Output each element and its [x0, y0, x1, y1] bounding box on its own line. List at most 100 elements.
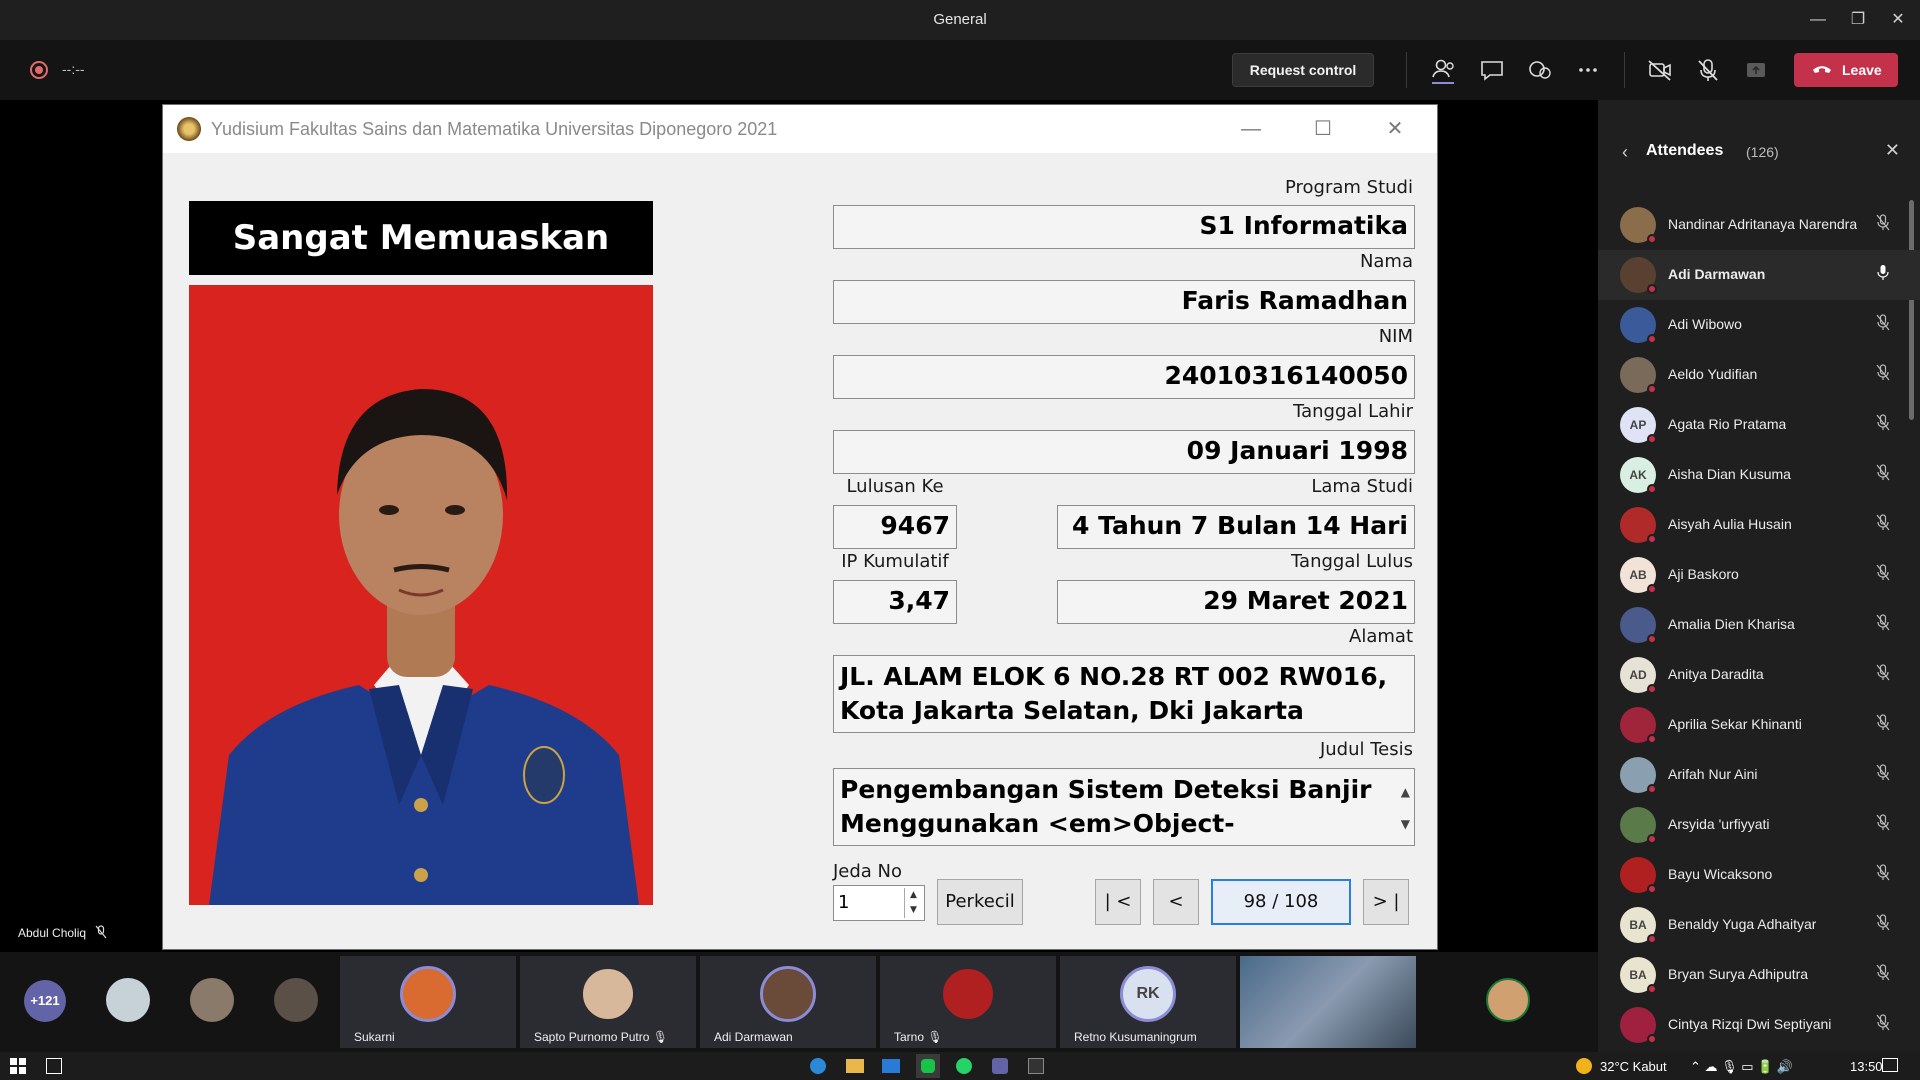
- chat-icon[interactable]: [1476, 54, 1508, 86]
- thesis-field[interactable]: Pengembangan Sistem Deteksi Banjir Mengg…: [833, 768, 1415, 846]
- presenter-name-label: Abdul Choliq: [18, 926, 87, 940]
- attendee-row[interactable]: Bayu Wicaksono: [1598, 850, 1920, 900]
- attendee-row[interactable]: AD Anitya Daradita: [1598, 650, 1920, 700]
- participant-gallery: +121 Sukarni Sapto Purnomo Putro 🎙 Adi D…: [0, 952, 1598, 1052]
- app-title: Yudisium Fakultas Sains dan Matematika U…: [211, 119, 778, 139]
- mic-off-icon: [1876, 664, 1890, 687]
- attendee-row[interactable]: Aeldo Yudifian: [1598, 350, 1920, 400]
- camera-off-icon[interactable]: [1644, 54, 1676, 86]
- app-minimize-button[interactable]: —: [1231, 115, 1271, 143]
- close-panel-icon[interactable]: ✕: [1885, 140, 1900, 161]
- attendee-row[interactable]: Aisyah Aulia Husain: [1598, 500, 1920, 550]
- mic-off-icon[interactable]: [1692, 54, 1724, 86]
- restore-button[interactable]: ❐: [1843, 8, 1873, 32]
- leave-button[interactable]: Leave: [1794, 53, 1898, 87]
- line-app-icon[interactable]: [916, 1054, 940, 1078]
- app-maximize-button[interactable]: ☐: [1303, 115, 1343, 143]
- page-indicator[interactable]: 98 / 108: [1211, 879, 1351, 925]
- close-button[interactable]: ✕: [1883, 8, 1913, 32]
- app-close-button[interactable]: ✕: [1375, 115, 1415, 143]
- participant-tile[interactable]: RK Retno Kusumaningrum: [1060, 956, 1236, 1048]
- attendee-avatar: [1620, 757, 1657, 794]
- participant-avatar: [400, 966, 456, 1022]
- toolbar-divider: [1406, 52, 1407, 88]
- presence-dot-icon: [1647, 534, 1657, 544]
- attendee-initials-avatar: AD: [1620, 657, 1657, 694]
- reactions-icon[interactable]: [1524, 54, 1556, 86]
- scroll-down-arrow-icon[interactable]: ▼: [1401, 807, 1410, 841]
- attendee-row[interactable]: BA Benaldy Yuga Adhaityar: [1598, 900, 1920, 950]
- scroll-up-arrow-icon[interactable]: ▲: [1401, 775, 1410, 809]
- participant-tile[interactable]: Adi Darmawan: [700, 956, 876, 1048]
- participant-tile[interactable]: Tarno 🎙: [880, 956, 1056, 1048]
- participant-avatar[interactable]: [106, 978, 150, 1022]
- teams-icon[interactable]: [992, 1058, 1008, 1074]
- mail-icon[interactable]: [882, 1059, 900, 1073]
- attendee-row[interactable]: Aprilia Sekar Khinanti: [1598, 700, 1920, 750]
- file-explorer-icon[interactable]: [846, 1059, 864, 1073]
- mic-off-icon: [1876, 864, 1890, 887]
- meeting-timer: --:--: [62, 61, 85, 77]
- attendee-name: Bryan Surya Adhiputra: [1668, 966, 1809, 982]
- attendee-row[interactable]: Arsyida 'urfiyyati: [1598, 800, 1920, 850]
- attendee-row[interactable]: AK Aisha Dian Kusuma: [1598, 450, 1920, 500]
- mic-off-icon: [1876, 614, 1890, 637]
- attendee-name: Amalia Dien Kharisa: [1668, 616, 1795, 632]
- attendee-row[interactable]: Adi Wibowo: [1598, 300, 1920, 350]
- attendee-row[interactable]: Arifah Nur Aini: [1598, 750, 1920, 800]
- shrink-button[interactable]: Perkecil: [937, 879, 1023, 925]
- attendee-row[interactable]: Cintya Rizqi Dwi Septiyani: [1598, 1000, 1920, 1050]
- presence-dot-icon: [1647, 834, 1657, 844]
- request-control-button[interactable]: Request control: [1232, 53, 1374, 87]
- app-icon[interactable]: [1028, 1058, 1044, 1074]
- participant-tile[interactable]: Sapto Purnomo Putro 🎙: [520, 956, 696, 1048]
- mic-off-icon: [95, 925, 107, 939]
- attendee-row[interactable]: Nandinar Adritanaya Narendra: [1598, 200, 1920, 250]
- more-options-icon[interactable]: [1572, 54, 1604, 86]
- attendee-row[interactable]: AB Aji Baskoro: [1598, 550, 1920, 600]
- pause-number-value: 1: [838, 892, 850, 913]
- overflow-participants-button[interactable]: +121: [24, 980, 66, 1022]
- weather-text[interactable]: 32°C Kabut: [1600, 1059, 1667, 1074]
- notifications-icon[interactable]: [1882, 1058, 1898, 1072]
- graduate-photo: [189, 285, 653, 905]
- meeting-toolbar: --:-- Request control Leave: [0, 40, 1920, 100]
- participant-avatar[interactable]: [1486, 978, 1530, 1022]
- video-grid-tile[interactable]: [1240, 956, 1416, 1048]
- clock[interactable]: 13:50: [1850, 1059, 1883, 1074]
- pause-number-input[interactable]: 1 ▲ ▼: [833, 885, 925, 921]
- participant-tile[interactable]: Sukarni: [340, 956, 516, 1048]
- attendee-row[interactable]: Amalia Dien Kharisa: [1598, 600, 1920, 650]
- attendee-row[interactable]: Adi Darmawan: [1598, 250, 1920, 300]
- recording-icon: [30, 61, 48, 79]
- minimize-button[interactable]: —: [1803, 8, 1833, 32]
- attendee-name: Arifah Nur Aini: [1668, 766, 1758, 782]
- mic-off-icon: 🎙: [652, 1030, 668, 1044]
- spinner-arrows-icon[interactable]: ▲ ▼: [904, 888, 922, 918]
- system-tray-icons[interactable]: ⌃ ☁ 🎙 ▭ 🔋 🔊: [1690, 1059, 1793, 1075]
- graduation-date-label: Tanggal Lulus: [1291, 551, 1413, 572]
- people-icon[interactable]: [1428, 54, 1460, 86]
- last-page-button[interactable]: > |: [1363, 879, 1409, 925]
- edge-browser-icon[interactable]: [810, 1058, 826, 1074]
- app-titlebar: Yudisium Fakultas Sains dan Matematika U…: [163, 105, 1437, 153]
- windows-start-icon[interactable]: [10, 1058, 26, 1074]
- attendee-name: Nandinar Adritanaya Narendra: [1668, 216, 1858, 232]
- attendee-row[interactable]: AP Agata Rio Pratama: [1598, 400, 1920, 450]
- previous-page-button[interactable]: <: [1153, 879, 1199, 925]
- attendee-avatar: [1620, 257, 1657, 294]
- whatsapp-icon[interactable]: [956, 1058, 972, 1074]
- share-screen-icon[interactable]: [1740, 54, 1772, 86]
- attendee-row[interactable]: BA Bryan Surya Adhiputra: [1598, 950, 1920, 1000]
- thesis-label: Judul Tesis: [1319, 739, 1413, 760]
- attendees-panel: ‹ Attendees (126) ✕ Nandinar Adritanaya …: [1598, 100, 1920, 1052]
- attendee-name: Benaldy Yuga Adhaityar: [1668, 916, 1817, 932]
- mic-off-icon: [1876, 464, 1890, 487]
- task-view-icon[interactable]: [46, 1058, 62, 1074]
- first-page-button[interactable]: | <: [1095, 879, 1141, 925]
- participant-avatar[interactable]: [274, 978, 318, 1022]
- weather-icon[interactable]: [1576, 1058, 1592, 1074]
- program-field: S1 Informatika: [833, 205, 1415, 249]
- back-chevron-icon[interactable]: ‹: [1622, 142, 1628, 163]
- participant-avatar[interactable]: [190, 978, 234, 1022]
